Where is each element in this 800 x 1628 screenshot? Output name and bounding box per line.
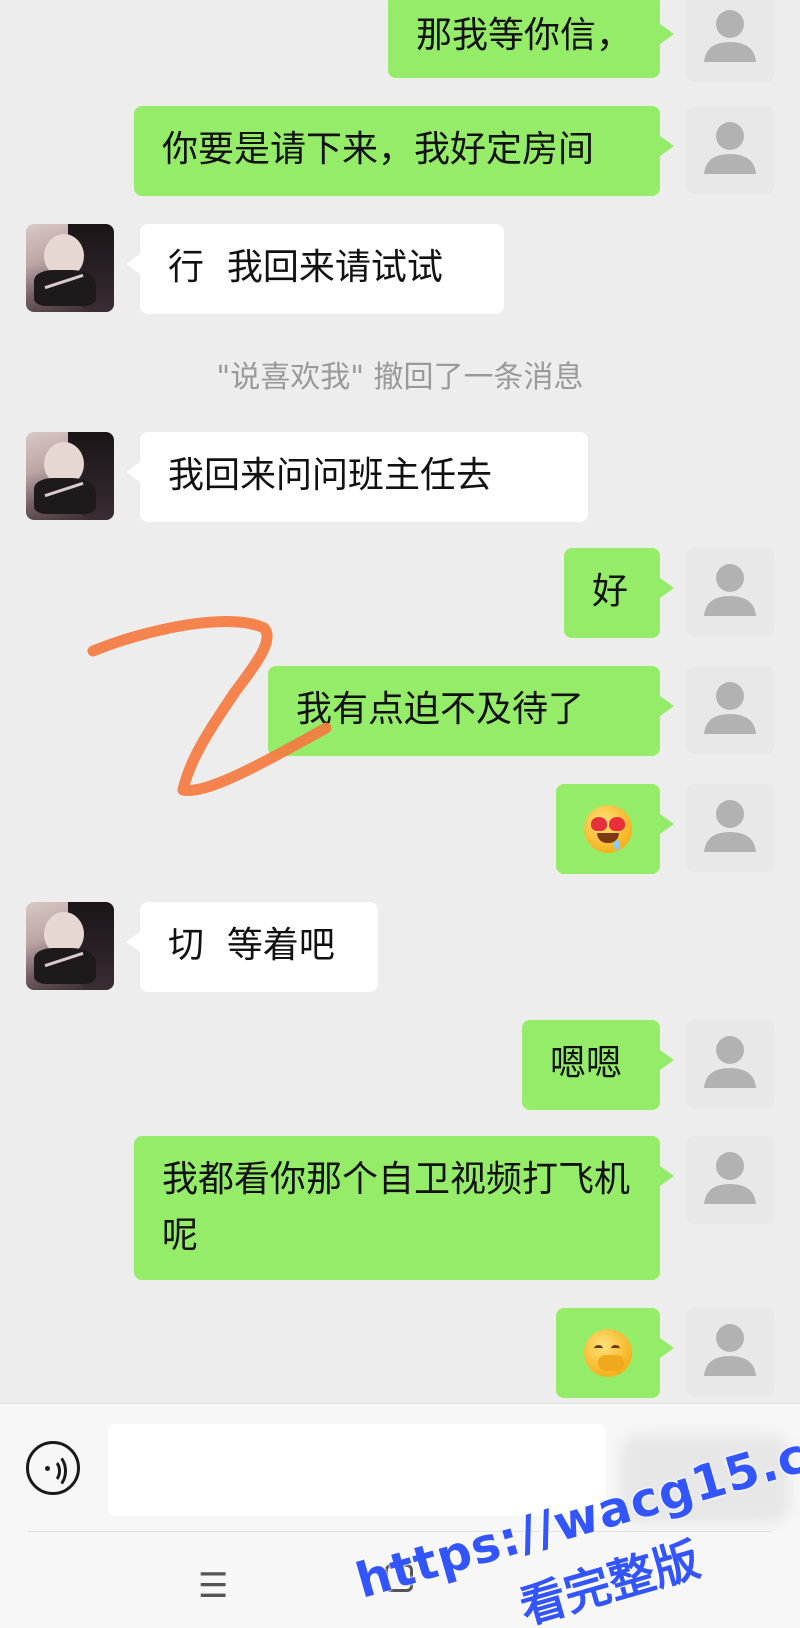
chat-screen: 那我等你信， 你要是请下来，我好定房间 行 我回来请试试 "说喜欢我" 撤回了一… (0, 0, 800, 1628)
message-row: 那我等你信， (0, 0, 800, 82)
message-bubble-sent[interactable] (556, 1308, 674, 1398)
message-row: 我都看你那个自卫视频打飞机呢 (0, 1136, 800, 1280)
self-avatar[interactable] (686, 1136, 774, 1224)
self-avatar[interactable] (686, 1020, 774, 1108)
default-user-icon (704, 1324, 756, 1376)
message-row (0, 1308, 800, 1398)
default-user-icon (704, 564, 756, 616)
self-avatar[interactable] (686, 1308, 774, 1396)
message-bubble-received[interactable]: 我回来问问班主任去 (126, 432, 588, 522)
message-bubble-sent[interactable]: 我都看你那个自卫视频打飞机呢 (134, 1136, 674, 1280)
message-row: 嗯嗯 (0, 1020, 800, 1110)
input-bar: ☰ (0, 1403, 800, 1628)
default-user-icon (704, 800, 756, 852)
hand-over-mouth-emoji (584, 1329, 632, 1377)
voice-input-button[interactable] (26, 1441, 80, 1495)
recall-notice: "说喜欢我" 撤回了一条消息 (216, 360, 584, 395)
default-user-icon (704, 1036, 756, 1088)
message-row: 我有点迫不及待了 (0, 666, 800, 756)
self-avatar[interactable] (686, 784, 774, 872)
message-row: 我回来问问班主任去 (0, 432, 800, 522)
divider (28, 1531, 772, 1532)
message-list[interactable]: 那我等你信， 你要是请下来，我好定房间 行 我回来请试试 "说喜欢我" 撤回了一… (0, 0, 800, 1403)
message-bubble-sent[interactable]: 好 (564, 548, 674, 638)
default-user-icon (704, 1152, 756, 1204)
message-row: 你要是请下来，我好定房间 (0, 106, 800, 196)
default-user-icon (704, 682, 756, 734)
message-bubble-received[interactable]: 切 等着吧 (126, 902, 378, 992)
message-bubble-sent[interactable]: 你要是请下来，我好定房间 (134, 106, 674, 196)
message-bubble-received[interactable]: 行 我回来请试试 (126, 224, 504, 314)
heart-eyes-drooling-emoji (584, 805, 632, 853)
self-avatar[interactable] (686, 106, 774, 194)
contact-avatar[interactable] (26, 902, 114, 990)
menu-icon[interactable]: ☰ (198, 1566, 228, 1606)
message-row (0, 784, 800, 874)
message-bubble-sent[interactable]: 嗯嗯 (522, 1020, 674, 1110)
message-bubble-sent[interactable] (556, 784, 674, 874)
self-avatar[interactable] (686, 0, 774, 82)
message-input[interactable] (108, 1424, 606, 1516)
message-row: 切 等着吧 (0, 902, 800, 992)
default-user-icon (704, 10, 756, 62)
message-row: 行 我回来请试试 (0, 224, 800, 314)
message-row: 好 (0, 548, 800, 638)
default-user-icon (704, 122, 756, 174)
message-bubble-sent[interactable]: 那我等你信， (387, 0, 675, 78)
contact-avatar[interactable] (26, 224, 114, 312)
contact-avatar[interactable] (26, 432, 114, 520)
message-bubble-sent[interactable]: 我有点迫不及待了 (268, 666, 674, 756)
self-avatar[interactable] (686, 666, 774, 754)
square-icon[interactable] (385, 1564, 413, 1592)
self-avatar[interactable] (686, 548, 774, 636)
blurred-controls (620, 1434, 790, 1524)
